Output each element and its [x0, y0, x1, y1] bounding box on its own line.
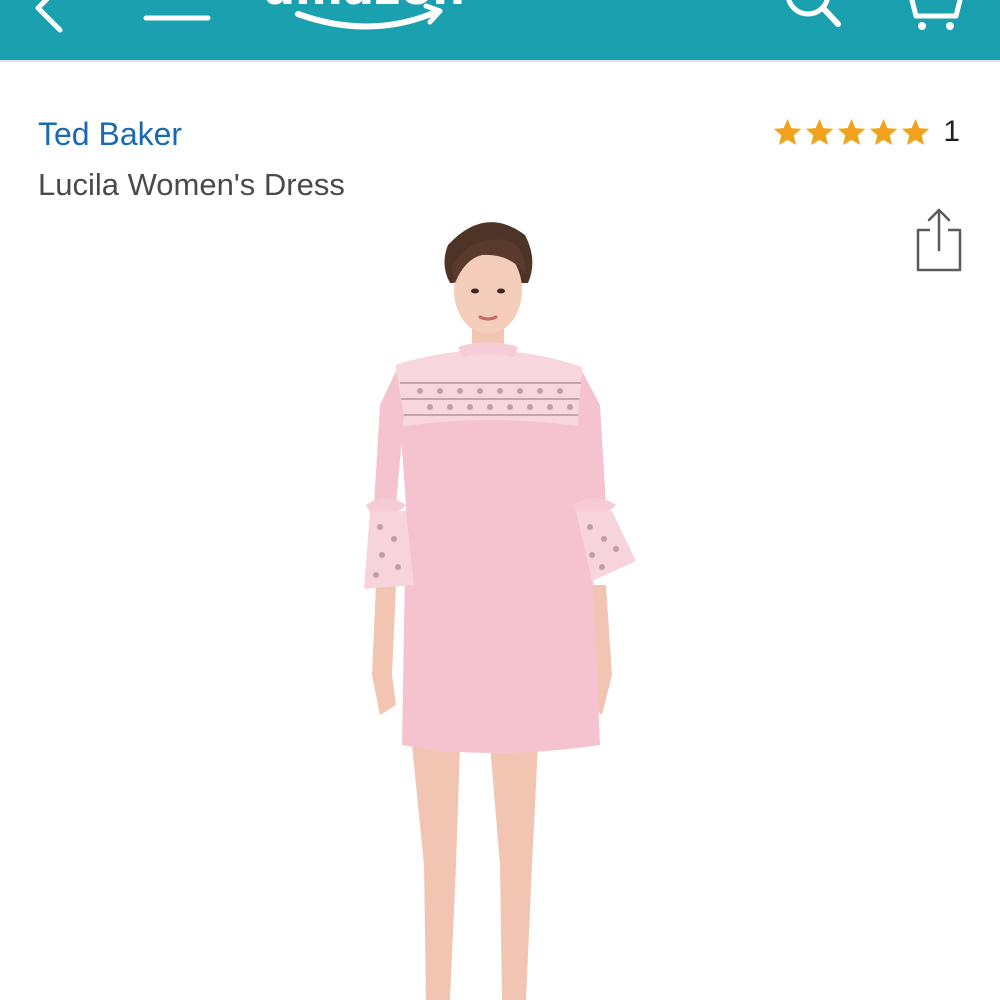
star-icon — [806, 118, 834, 145]
product-image[interactable] — [300, 205, 720, 1000]
hamburger-menu-icon[interactable] — [140, 0, 212, 38]
star-rating — [772, 117, 931, 148]
rating-summary[interactable]: 1 — [772, 112, 960, 152]
star-icon — [838, 118, 866, 145]
amazon-logo[interactable]: amazon — [250, 0, 510, 40]
star-icon — [774, 118, 802, 145]
product-title: Lucila Women's Dress — [38, 167, 345, 202]
product-page: amazon Ted Baker Lucila Women's Dress 1 — [0, 0, 1000, 1000]
star-icon — [870, 118, 898, 145]
top-nav-bar: amazon — [0, 0, 1000, 62]
brand-link[interactable]: Ted Baker — [38, 114, 182, 154]
search-icon[interactable] — [772, 0, 852, 34]
share-icon[interactable] — [912, 206, 966, 276]
cart-icon[interactable] — [890, 0, 970, 34]
star-icon — [902, 118, 930, 145]
back-chevron-icon[interactable] — [20, 0, 80, 38]
rating-count: 1 — [943, 115, 960, 148]
